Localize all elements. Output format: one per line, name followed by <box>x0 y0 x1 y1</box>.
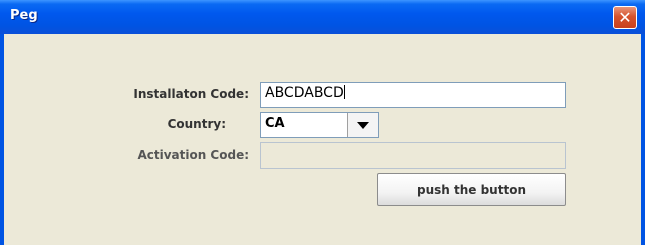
installation-code-value: ABCDABCD <box>265 85 344 101</box>
activation-code-label: Activation Code: <box>137 148 249 162</box>
country-select[interactable]: CA <box>260 112 379 138</box>
close-button[interactable]: ✕ <box>613 6 637 29</box>
country-label: Country: <box>167 117 226 131</box>
country-dropdown-button[interactable] <box>347 113 378 137</box>
close-icon: ✕ <box>618 7 632 27</box>
form-panel: Installaton Code: ABCDABCD Country: CA A… <box>4 34 641 245</box>
app-window: Peg ✕ Installaton Code: ABCDABCD Country… <box>0 0 645 245</box>
text-caret <box>343 85 345 99</box>
installation-code-input[interactable]: ABCDABCD <box>260 82 566 108</box>
title-bar[interactable]: Peg ✕ <box>0 0 645 34</box>
chevron-down-icon <box>357 121 369 129</box>
country-selected-value: CA <box>265 116 285 131</box>
activation-code-input <box>260 142 566 169</box>
installation-code-label: Installaton Code: <box>133 87 249 101</box>
push-button-label: push the button <box>417 182 526 197</box>
window-title: Peg <box>10 8 38 23</box>
push-button[interactable]: push the button <box>377 173 566 206</box>
